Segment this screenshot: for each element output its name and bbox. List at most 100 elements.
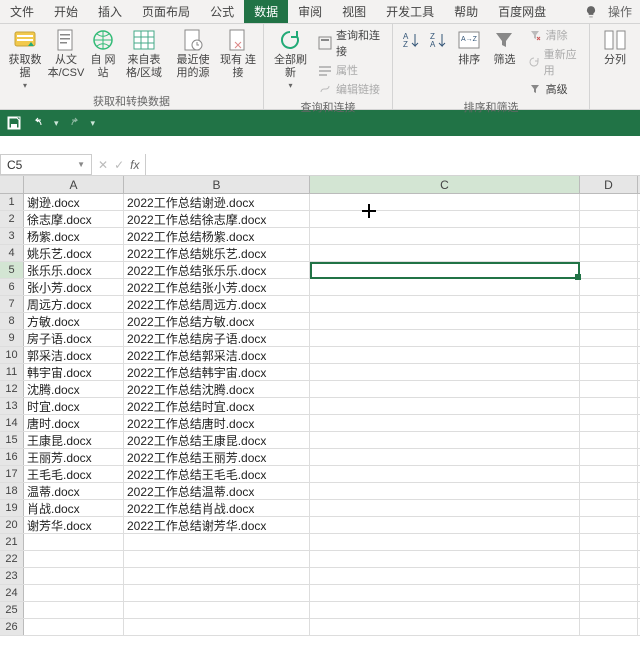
recent-sources-button[interactable]: 最近使 用的源 — [170, 26, 216, 81]
cell[interactable]: 姚乐艺.docx — [24, 245, 124, 261]
cell[interactable] — [310, 364, 580, 380]
from-web-button[interactable]: 自 网站 — [88, 26, 118, 81]
cell[interactable]: 张乐乐.docx — [24, 262, 124, 278]
formula-input[interactable] — [146, 154, 640, 175]
undo-button[interactable] — [30, 115, 46, 131]
row-header[interactable]: 4 — [0, 245, 24, 261]
cell[interactable]: 唐时.docx — [24, 415, 124, 431]
cell[interactable] — [310, 398, 580, 414]
cell[interactable]: 2022工作总结张乐乐.docx — [124, 262, 310, 278]
row-header[interactable]: 3 — [0, 228, 24, 244]
row-header[interactable]: 24 — [0, 585, 24, 601]
cell[interactable] — [310, 296, 580, 312]
sort-desc-button[interactable]: ZA — [426, 26, 450, 54]
cell[interactable] — [310, 500, 580, 516]
tab-help[interactable]: 帮助 — [444, 0, 488, 23]
cell[interactable] — [580, 466, 638, 482]
tab-insert[interactable]: 插入 — [88, 0, 132, 23]
tab-baidu[interactable]: 百度网盘 — [488, 0, 556, 23]
existing-connections-button[interactable]: 现有 连接 — [219, 26, 257, 81]
cell[interactable] — [310, 211, 580, 227]
cell[interactable] — [24, 619, 124, 635]
cell[interactable] — [310, 228, 580, 244]
cell[interactable] — [580, 245, 638, 261]
cell[interactable]: 韩宇宙.docx — [24, 364, 124, 380]
cell[interactable] — [580, 296, 638, 312]
cell[interactable] — [310, 517, 580, 533]
cell[interactable]: 郭采洁.docx — [24, 347, 124, 363]
tab-review[interactable]: 审阅 — [288, 0, 332, 23]
edit-links-button[interactable]: 编辑链接 — [314, 80, 386, 98]
col-header-B[interactable]: B — [124, 176, 310, 193]
cell[interactable] — [124, 568, 310, 584]
undo-dropdown-icon[interactable]: ▾ — [54, 118, 59, 129]
cell[interactable] — [580, 330, 638, 346]
cell[interactable]: 2022工作总结时宜.docx — [124, 398, 310, 414]
row-header[interactable]: 16 — [0, 449, 24, 465]
cell[interactable] — [310, 347, 580, 363]
cell[interactable] — [580, 500, 638, 516]
cell[interactable] — [310, 279, 580, 295]
clear-filter-button[interactable]: 清除 — [524, 26, 583, 44]
advanced-filter-button[interactable]: 高级 — [524, 80, 583, 98]
filter-button[interactable]: 筛选 — [488, 26, 520, 69]
cell[interactable]: 2022工作总结杨紫.docx — [124, 228, 310, 244]
text-to-columns-button[interactable]: 分列 — [596, 26, 634, 69]
fx-icon[interactable]: fx — [130, 158, 139, 172]
tell-me-icon[interactable] — [584, 5, 598, 19]
cell[interactable] — [310, 313, 580, 329]
tab-file[interactable]: 文件 — [0, 0, 44, 23]
cell[interactable]: 2022工作总结谢芳华.docx — [124, 517, 310, 533]
cell[interactable]: 谢芳华.docx — [24, 517, 124, 533]
cell[interactable] — [124, 602, 310, 618]
cell[interactable]: 2022工作总结王康昆.docx — [124, 432, 310, 448]
cell[interactable] — [310, 449, 580, 465]
cell[interactable] — [124, 551, 310, 567]
row-header[interactable]: 25 — [0, 602, 24, 618]
row-header[interactable]: 26 — [0, 619, 24, 635]
cell[interactable] — [580, 449, 638, 465]
cell[interactable]: 2022工作总结方敏.docx — [124, 313, 310, 329]
cell[interactable]: 2022工作总结王丽芳.docx — [124, 449, 310, 465]
row-header[interactable]: 17 — [0, 466, 24, 482]
cell[interactable] — [310, 483, 580, 499]
row-header[interactable]: 2 — [0, 211, 24, 227]
tab-layout[interactable]: 页面布局 — [132, 0, 200, 23]
row-header[interactable]: 19 — [0, 500, 24, 516]
col-header-C[interactable]: C — [310, 176, 580, 193]
row-header[interactable]: 21 — [0, 534, 24, 550]
cell[interactable] — [310, 245, 580, 261]
row-header[interactable]: 23 — [0, 568, 24, 584]
cell[interactable] — [580, 483, 638, 499]
qat-customize-icon[interactable]: ▾ — [91, 118, 96, 129]
cell[interactable]: 2022工作总结周远方.docx — [124, 296, 310, 312]
row-header[interactable]: 6 — [0, 279, 24, 295]
row-header[interactable]: 12 — [0, 381, 24, 397]
cell[interactable] — [580, 415, 638, 431]
cell[interactable] — [124, 619, 310, 635]
cell[interactable]: 2022工作总结王毛毛.docx — [124, 466, 310, 482]
queries-button[interactable]: 查询和连接 — [314, 26, 386, 60]
cell[interactable] — [580, 398, 638, 414]
cell[interactable] — [580, 313, 638, 329]
cell[interactable]: 2022工作总结沈腾.docx — [124, 381, 310, 397]
cell[interactable]: 2022工作总结唐时.docx — [124, 415, 310, 431]
cell[interactable]: 杨紫.docx — [24, 228, 124, 244]
row-header[interactable]: 15 — [0, 432, 24, 448]
cell[interactable] — [310, 466, 580, 482]
row-header[interactable]: 9 — [0, 330, 24, 346]
cell[interactable] — [310, 602, 580, 618]
row-header[interactable]: 20 — [0, 517, 24, 533]
tab-formulas[interactable]: 公式 — [200, 0, 244, 23]
cell[interactable] — [580, 568, 638, 584]
cell[interactable] — [310, 585, 580, 601]
cell[interactable]: 2022工作总结徐志摩.docx — [124, 211, 310, 227]
cell[interactable] — [580, 279, 638, 295]
cell[interactable] — [580, 517, 638, 533]
cell[interactable]: 周远方.docx — [24, 296, 124, 312]
cell[interactable] — [310, 551, 580, 567]
cell[interactable]: 2022工作总结韩宇宙.docx — [124, 364, 310, 380]
from-text-csv-button[interactable]: 从文 本/CSV — [47, 26, 85, 81]
cell[interactable] — [124, 534, 310, 550]
tab-dev[interactable]: 开发工具 — [376, 0, 444, 23]
